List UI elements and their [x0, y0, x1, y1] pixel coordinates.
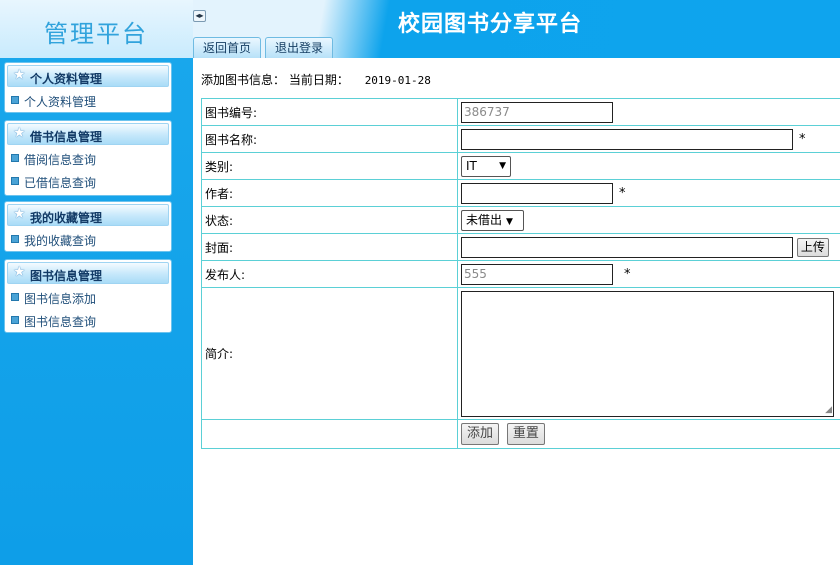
add-button[interactable]: 添加: [461, 423, 500, 445]
category-label: 类别:: [201, 152, 458, 180]
form-cell: 386737: [457, 98, 840, 126]
sidebar-item-book-query[interactable]: 图书信息查询: [5, 309, 171, 332]
sidebar-item-favorites-query[interactable]: 我的收藏查询: [5, 228, 171, 251]
cover-input[interactable]: [461, 236, 793, 258]
date-label: 当前日期：: [288, 73, 349, 87]
publisher-label: 发布人:: [201, 260, 458, 288]
top-header: ◂▸ 校园图书分享平台 返回首页 退出登录: [193, 0, 840, 58]
sidebar-item-label: 已借信息查询: [24, 176, 97, 190]
form-row-publisher: 发布人: 555 *: [201, 260, 840, 288]
form-cell: *: [457, 179, 840, 207]
form-cell: 555 *: [457, 260, 840, 288]
book-id-input[interactable]: 386737: [461, 101, 613, 123]
empty-cell: [201, 419, 458, 449]
current-date: 2019-01-28: [364, 74, 431, 87]
menu-group-header[interactable]: ★ 我的收藏管理: [7, 204, 169, 226]
form-row-intro: 简介: ◢: [201, 287, 840, 420]
sidebar-toggle-icon[interactable]: ◂▸: [193, 10, 206, 22]
sidebar-item-label: 我的收藏查询: [24, 234, 97, 248]
form-row-book-id: 图书编号: 386737: [201, 98, 840, 126]
book-name-input[interactable]: [461, 128, 793, 150]
required-mark: *: [624, 266, 631, 282]
menu-group-header[interactable]: ★ 个人资料管理: [7, 65, 169, 87]
star-icon: ★: [13, 206, 26, 222]
form-cell: 未借出 ▼: [457, 206, 840, 234]
tab-return-home[interactable]: 返回首页: [193, 37, 262, 58]
form-row-category: 类别: IT ▼: [201, 152, 840, 180]
sidebar-item-book-add[interactable]: 图书信息添加: [5, 286, 171, 309]
sidebar-item-label: 个人资料管理: [24, 95, 97, 109]
publisher-input[interactable]: 555: [461, 263, 613, 285]
sidebar-item-label: 图书信息查询: [24, 315, 97, 329]
author-label: 作者:: [201, 179, 458, 207]
form-cell: 上传: [457, 233, 840, 261]
form-cell: *: [457, 125, 840, 153]
bullet-icon: [11, 177, 19, 185]
sidebar-item-label: 图书信息添加: [24, 292, 97, 306]
menu-group-books: ★ 图书信息管理 图书信息添加 图书信息查询: [4, 259, 172, 333]
required-mark: *: [799, 131, 806, 147]
reset-button[interactable]: 重置: [506, 423, 545, 445]
star-icon: ★: [13, 125, 26, 141]
sidebar-item-borrowed-query[interactable]: 已借信息查询: [5, 170, 171, 193]
form-row-status: 状态: 未借出 ▼: [201, 206, 840, 234]
required-mark: *: [619, 185, 626, 201]
category-select[interactable]: IT ▼: [461, 155, 511, 177]
book-name-label: 图书名称:: [201, 125, 458, 153]
category-selected-value: IT: [466, 158, 477, 173]
menu-group-header[interactable]: ★ 借书信息管理: [7, 123, 169, 145]
menu-group-borrow: ★ 借书信息管理 借阅信息查询 已借信息查询: [4, 120, 172, 196]
status-select[interactable]: 未借出 ▼: [461, 209, 524, 231]
menu-group-profile: ★ 个人资料管理 个人资料管理: [4, 62, 172, 113]
menu-group-title: 图书信息管理: [30, 269, 103, 283]
status-label: 状态:: [201, 206, 458, 234]
dropdown-arrow-icon: ▼: [499, 160, 506, 171]
form-row-actions: 添加 重置: [201, 419, 840, 449]
page-info-line: 添加图书信息： 当前日期： 2019-01-28: [201, 71, 431, 88]
author-input[interactable]: [461, 182, 613, 204]
menu-group-header[interactable]: ★ 图书信息管理: [7, 262, 169, 284]
bullet-icon: [11, 316, 19, 324]
page-title: 添加图书信息：: [201, 73, 286, 87]
brand-title: 管理平台: [44, 20, 148, 48]
menu-group-favorites: ★ 我的收藏管理 我的收藏查询: [4, 201, 172, 252]
bullet-icon: [11, 293, 19, 301]
menu-group-title: 我的收藏管理: [30, 211, 103, 225]
brand-area: 管理平台: [0, 0, 193, 58]
bullet-icon: [11, 154, 19, 162]
form-cell: ◢: [457, 287, 840, 420]
sidebar-item-borrow-query[interactable]: 借阅信息查询: [5, 147, 171, 170]
main-content: 添加图书信息： 当前日期： 2019-01-28 图书编号: 386737 图书…: [193, 58, 840, 565]
intro-label: 简介:: [201, 287, 458, 420]
menu-group-title: 个人资料管理: [30, 72, 103, 86]
star-icon: ★: [13, 264, 26, 280]
intro-textarea[interactable]: ◢: [461, 290, 834, 417]
bullet-icon: [11, 96, 19, 104]
book-id-label: 图书编号:: [201, 98, 458, 126]
dropdown-arrow-icon: ▼: [506, 216, 513, 227]
status-selected-value: 未借出: [466, 212, 503, 227]
form-row-cover: 封面: 上传: [201, 233, 840, 261]
menu-group-title: 借书信息管理: [30, 130, 103, 144]
form-cell: IT ▼: [457, 152, 840, 180]
form-row-book-name: 图书名称: *: [201, 125, 840, 153]
tab-logout[interactable]: 退出登录: [265, 37, 334, 58]
form-row-author: 作者: *: [201, 179, 840, 207]
star-icon: ★: [13, 67, 26, 83]
sidebar: 管理平台 ★ 个人资料管理 个人资料管理 ★ 借书信息管理 借阅信息查询 已借信…: [0, 0, 193, 565]
sidebar-item-profile-manage[interactable]: 个人资料管理: [5, 89, 171, 112]
resize-grip-icon[interactable]: ◢: [825, 405, 832, 415]
form-cell: 添加 重置: [457, 419, 840, 449]
sidebar-item-label: 借阅信息查询: [24, 153, 97, 167]
cover-label: 封面:: [201, 233, 458, 261]
bullet-icon: [11, 235, 19, 243]
upload-button[interactable]: 上传: [796, 237, 829, 257]
site-title: 校园图书分享平台: [398, 11, 583, 37]
add-book-form: 图书编号: 386737 图书名称: * 类别: IT ▼ 作者: * 状态:: [201, 98, 840, 449]
